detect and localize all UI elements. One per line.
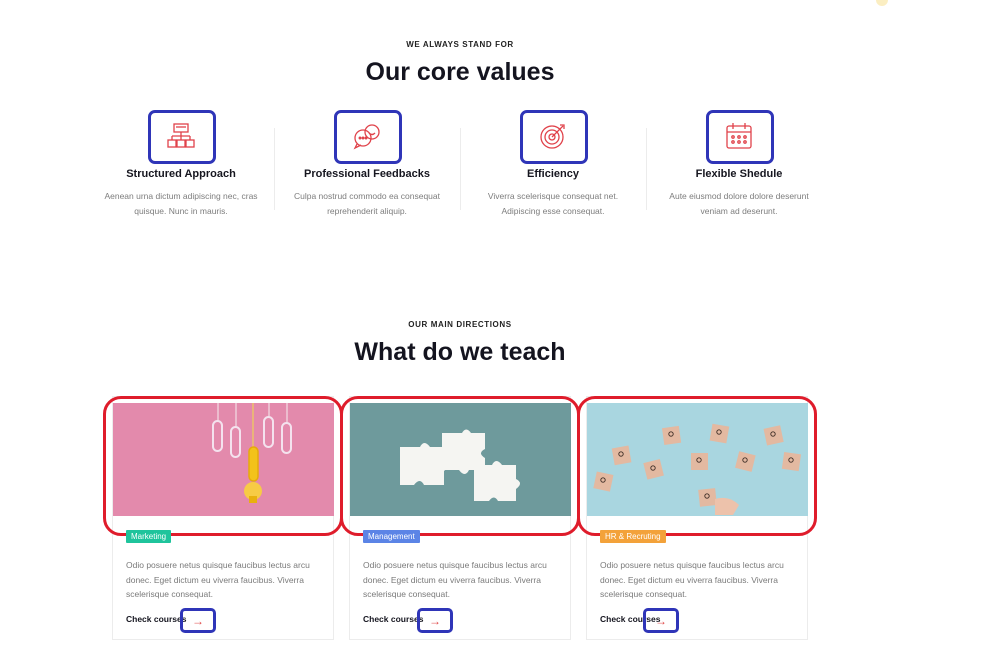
decorative-dot — [876, 0, 888, 6]
value-item-efficiency: Efficiency Viverra scelerisque consequat… — [460, 106, 646, 216]
value-title: Structured Approach — [126, 168, 236, 180]
value-item-professional-feedbacks: Professional Feedbacks Culpa nostrud com… — [274, 106, 460, 216]
value-description: Culpa nostrud commodo ea consequat repre… — [293, 191, 440, 216]
value-item-flexible-shedule: Flexible Shedule Aute eiusmod dolore dol… — [646, 106, 832, 216]
value-title: Efficiency — [527, 168, 579, 180]
core-values-eyebrow: WE ALWAYS STAND FOR — [406, 40, 514, 49]
value-description: Aenean urna dictum adipiscing nec, cras … — [104, 191, 258, 216]
course-card-marketing[interactable]: Marketing Odio posuere netus quisque fau… — [103, 396, 343, 640]
teach-eyebrow: OUR MAIN DIRECTIONS — [408, 320, 512, 329]
value-title: Professional Feedbacks — [304, 168, 430, 180]
paperclips-lightbulb-image — [113, 403, 334, 516]
value-description: Aute eiusmod dolore dolore deserunt veni… — [669, 191, 809, 216]
arrow-right-icon[interactable]: → — [417, 608, 453, 633]
card-description: Odio posuere netus quisque faucibus lect… — [600, 560, 784, 599]
value-title: Flexible Shedule — [695, 168, 783, 180]
course-card-management[interactable]: Management Odio posuere netus quisque fa… — [340, 396, 580, 640]
check-courses-link[interactable]: Check courses — [126, 614, 186, 624]
course-cards: Marketing Odio posuere netus quisque fau… — [103, 383, 824, 645]
category-badge: Marketing — [126, 530, 172, 543]
check-courses-link[interactable]: Check courses — [363, 614, 423, 624]
card-description: Odio posuere netus quisque faucibus lect… — [126, 560, 310, 599]
target-icon — [460, 106, 646, 166]
value-description: Viverra scelerisque consequat net. Adipi… — [487, 191, 619, 216]
teach-title: What do we teach — [354, 338, 566, 366]
highlight-box — [706, 110, 774, 164]
category-badge: Management — [363, 530, 420, 543]
people-blocks-image — [587, 403, 808, 516]
course-card-hr-recruting[interactable]: HR & Recruting Odio posuere netus quisqu… — [577, 396, 817, 640]
arrow-right-icon[interactable]: → — [180, 608, 216, 633]
highlight-box — [148, 110, 216, 164]
card-description: Odio posuere netus quisque faucibus lect… — [363, 560, 547, 599]
chat-bubbles-icon — [274, 106, 460, 166]
highlight-box — [334, 110, 402, 164]
calendar-icon — [646, 106, 832, 166]
core-values-title: Our core values — [365, 58, 555, 86]
puzzle-pieces-image — [350, 403, 571, 516]
arrow-right-icon[interactable]: → — [643, 608, 679, 633]
category-badge: HR & Recruting — [600, 530, 666, 543]
highlight-box — [520, 110, 588, 164]
value-item-structured-approach: Structured Approach Aenean urna dictum a… — [88, 106, 274, 216]
sitemap-icon — [88, 106, 274, 166]
core-values-list: Structured Approach Aenean urna dictum a… — [88, 106, 832, 216]
